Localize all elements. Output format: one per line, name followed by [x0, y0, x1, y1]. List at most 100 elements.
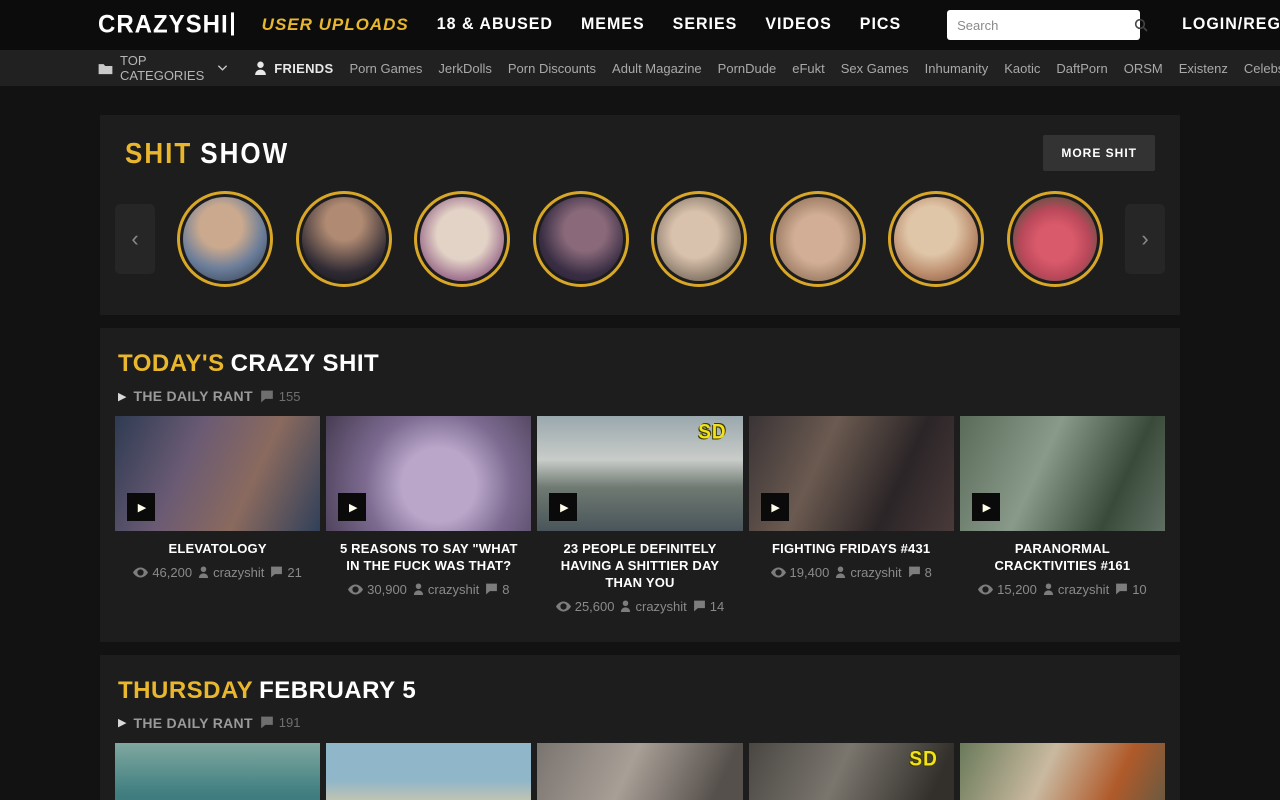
daily-rant-label: THE DAILY RANT — [133, 388, 252, 404]
subnav-link-inhumanity[interactable]: Inhumanity — [925, 61, 989, 76]
comment-icon — [260, 716, 274, 729]
avatar[interactable] — [888, 191, 984, 287]
comment-icon — [270, 566, 283, 578]
play-icon: ▶ — [138, 501, 146, 514]
site-logo[interactable]: CRAZYSHI — [98, 10, 234, 39]
video-thumbnail[interactable]: ▶ — [749, 416, 954, 531]
video-stats: 19,400 crazyshit 8 — [749, 562, 954, 586]
subnav-link-kaotic[interactable]: Kaotic — [1004, 61, 1040, 76]
daily-rant-row[interactable]: ▶ THE DAILY RANT 191 — [100, 709, 1180, 743]
nav-item-videos[interactable]: VIDEOS — [765, 16, 831, 35]
author-name[interactable]: crazyshit — [635, 599, 686, 614]
nav-item-memes[interactable]: MEMES — [581, 16, 645, 35]
video-card-grid: ▶ ELEVATOLOGY 46,200 crazyshit 21 ▶ 5 RE… — [100, 416, 1180, 642]
video-thumbnail[interactable]: ▶ — [115, 743, 320, 800]
thursday-february-5-panel: THURSDAYFEBRUARY 5 ▶ THE DAILY RANT 191 … — [100, 655, 1180, 800]
video-thumbnail[interactable]: ▶ — [960, 743, 1165, 800]
author-name[interactable]: crazyshit — [850, 565, 901, 580]
subnav-link-adult-magazine[interactable]: Adult Magazine — [612, 61, 702, 76]
play-icon: ▶ — [560, 501, 568, 514]
friends-label: FRIENDS — [274, 61, 333, 76]
author-icon — [1043, 583, 1054, 595]
video-thumbnail[interactable]: ▶ — [326, 416, 531, 531]
search-icon[interactable] — [1133, 17, 1149, 33]
video-thumbnail[interactable]: SD ▶ — [537, 416, 742, 531]
avatar[interactable] — [770, 191, 866, 287]
video-card: ▶ ELEVATOLOGY 46,200 crazyshit 21 — [115, 416, 320, 620]
avatar[interactable] — [177, 191, 273, 287]
video-stats: 25,600 crazyshit 14 — [537, 596, 742, 620]
play-icon: ▶ — [349, 501, 357, 514]
author-icon — [198, 566, 209, 578]
author-icon — [835, 566, 846, 578]
video-title[interactable]: ELEVATOLOGY — [115, 531, 320, 562]
play-button-overlay[interactable]: ▶ — [549, 493, 577, 521]
avatar[interactable] — [414, 191, 510, 287]
section-header: TODAY'SCRAZY SHIT — [100, 328, 1180, 382]
daily-rant-comments: 191 — [260, 715, 301, 730]
more-shit-button[interactable]: MORE SHIT — [1043, 135, 1155, 171]
daily-rant-label: THE DAILY RANT — [133, 715, 252, 731]
avatar[interactable] — [651, 191, 747, 287]
views-icon — [348, 584, 363, 595]
comment-count: 21 — [287, 565, 301, 580]
nav-item-pics[interactable]: PICS — [860, 16, 901, 35]
play-button-overlay[interactable]: ▶ — [127, 493, 155, 521]
top-categories-label: TOP CATEGORIES — [120, 53, 204, 83]
video-title[interactable]: FIGHTING FRIDAYS #431 — [749, 531, 954, 562]
logo-cursor-bar — [231, 12, 234, 35]
video-title[interactable]: 23 PEOPLE DEFINITELY HAVING A SHITTIER D… — [537, 531, 742, 596]
login-register-button[interactable]: LOGIN/REGISTER — [1182, 16, 1280, 35]
search-input[interactable] — [957, 18, 1133, 33]
nav-item-user-uploads[interactable]: USER UPLOADS — [262, 15, 409, 35]
subnav-link-efukt[interactable]: eFukt — [792, 61, 825, 76]
views-icon — [771, 567, 786, 578]
nav-item-series[interactable]: SERIES — [673, 16, 738, 35]
subnav-link-porn-games[interactable]: Porn Games — [349, 61, 422, 76]
subnav-link-porndude[interactable]: PornDude — [718, 61, 777, 76]
avatar[interactable] — [1007, 191, 1103, 287]
top-categories-dropdown[interactable]: TOP CATEGORIES — [98, 53, 228, 83]
video-title[interactable]: PARANORMAL CRACKTIVITIES #161 — [960, 531, 1165, 579]
author-name[interactable]: crazyshit — [428, 582, 479, 597]
carousel-prev-button[interactable]: ‹ — [115, 204, 155, 274]
section-header: THURSDAYFEBRUARY 5 — [100, 655, 1180, 709]
video-title[interactable]: 5 REASONS TO SAY "WHAT IN THE FUCK WAS T… — [326, 531, 531, 579]
video-thumbnail[interactable]: SD ▶ — [749, 743, 954, 800]
video-thumbnail[interactable]: ▶ — [115, 416, 320, 531]
shit-show-title: SHITSHOW — [125, 136, 289, 170]
avatar[interactable] — [296, 191, 392, 287]
search-box — [947, 10, 1140, 40]
play-button-overlay[interactable]: ▶ — [761, 493, 789, 521]
subnav-link-sex-games[interactable]: Sex Games — [841, 61, 909, 76]
video-thumbnail[interactable]: ▶ — [326, 743, 531, 800]
subnav-link-celebs[interactable]: Celebs — [1244, 61, 1280, 76]
play-button-overlay[interactable]: ▶ — [972, 493, 1000, 521]
subnav-link-orsm[interactable]: ORSM — [1124, 61, 1163, 76]
video-stats: 30,900 crazyshit 8 — [326, 579, 531, 603]
subnav-link-jerkdolls[interactable]: JerkDolls — [438, 61, 491, 76]
daily-rant-row[interactable]: ▶ THE DAILY RANT 155 — [100, 382, 1180, 416]
video-card: ▶ 5 REASONS TO SAY "WHAT IN THE FUCK WAS… — [326, 416, 531, 620]
comment-icon — [693, 600, 706, 612]
comment-count: 10 — [1132, 582, 1146, 597]
subnav-link-existenz[interactable]: Existenz — [1179, 61, 1228, 76]
video-stats: 15,200 crazyshit 10 — [960, 579, 1165, 603]
nav-item-18-abused[interactable]: 18 & ABUSED — [437, 16, 553, 35]
video-card: ▶ — [326, 743, 531, 800]
subnav-link-porn-discounts[interactable]: Porn Discounts — [508, 61, 596, 76]
video-thumbnail[interactable]: ▶ — [960, 416, 1165, 531]
subnav-link-daftporn[interactable]: DaftPorn — [1056, 61, 1107, 76]
author-icon — [620, 600, 631, 612]
play-button-overlay[interactable]: ▶ — [338, 493, 366, 521]
avatar-image — [302, 197, 386, 281]
video-thumbnail[interactable]: ▶ — [537, 743, 742, 800]
avatar[interactable] — [533, 191, 629, 287]
author-name[interactable]: crazyshit — [1058, 582, 1109, 597]
views-icon — [978, 584, 993, 595]
author-name[interactable]: crazyshit — [213, 565, 264, 580]
avatar-image — [657, 197, 741, 281]
video-card: SD ▶ — [749, 743, 954, 800]
friends-link[interactable]: FRIENDS — [254, 61, 333, 76]
carousel-next-button[interactable]: › — [1125, 204, 1165, 274]
